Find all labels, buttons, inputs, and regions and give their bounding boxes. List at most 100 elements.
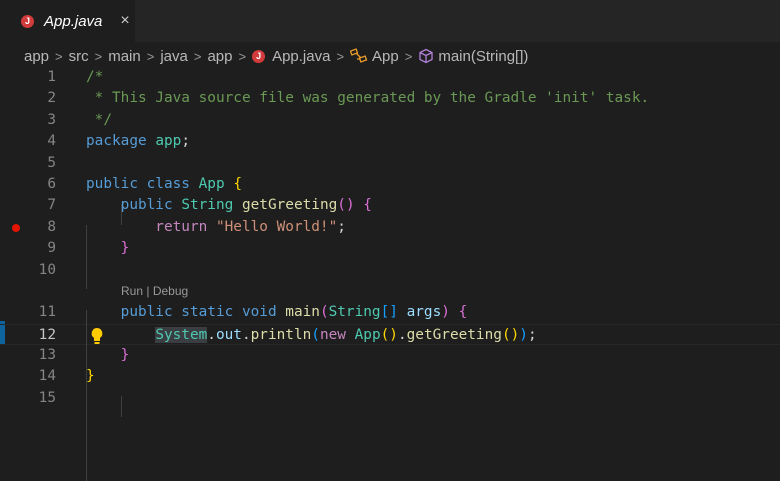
code-token: args [407, 304, 442, 320]
breadcrumb-item[interactable]: app [24, 48, 49, 65]
breakpoint-icon[interactable] [12, 224, 20, 232]
breadcrumb-item[interactable]: App [372, 48, 399, 65]
line-number: 11 [0, 302, 56, 323]
breadcrumb: app> src> main> java> app> JApp.java> Ap… [0, 42, 780, 70]
code-line[interactable]: 13 } [0, 345, 780, 366]
code-line[interactable]: 2 * This Java source file was generated … [0, 88, 780, 109]
code-token: { [459, 304, 468, 320]
chevron-right-icon: > [95, 49, 103, 64]
line-number: 2 [0, 88, 56, 109]
line-number: 10 [0, 260, 56, 281]
code-token: public class [86, 176, 199, 192]
code-token: { [233, 176, 242, 192]
line-number: 6 [0, 174, 56, 195]
code-token: ; [528, 327, 537, 343]
code-text: System.out.println(new App().getGreeting… [86, 325, 537, 346]
code-line[interactable]: 4 package app; [0, 131, 780, 152]
code-line[interactable]: 3 */ [0, 110, 780, 131]
indent-guide [86, 225, 87, 289]
code-token: . [398, 327, 407, 343]
code-text: public String getGreeting() { [86, 195, 372, 216]
code-token: out [216, 327, 242, 343]
code-token: String [181, 197, 233, 213]
chevron-right-icon: > [194, 49, 202, 64]
code-line[interactable]: 14} [0, 366, 780, 387]
code-token [86, 327, 155, 343]
indent-guide [121, 396, 122, 417]
code-token: "Hello World!" [216, 219, 337, 235]
line-number: 1 [0, 67, 56, 88]
line-number: 12 [0, 325, 56, 346]
code-line[interactable]: 9 } [0, 238, 780, 259]
breadcrumb-item[interactable]: App.java [272, 48, 330, 65]
code-text: return "Hello World!"; [86, 217, 346, 238]
codelens-run[interactable]: Run [121, 284, 143, 298]
code-token: println [251, 327, 312, 343]
code-token: getGreeting [407, 327, 502, 343]
code-token: * This Java source file was generated by… [86, 90, 649, 106]
tab-label: App.java [44, 13, 102, 30]
code-token: ; [181, 133, 190, 149]
breadcrumb-item[interactable]: src [69, 48, 89, 65]
tab-app-java[interactable]: J App.java × [0, 0, 135, 42]
code-text: */ [86, 110, 112, 131]
code-token: /* [86, 69, 103, 85]
code-token: () [337, 197, 354, 213]
code-line[interactable]: 6 public class App { [0, 174, 780, 195]
code-token: public [86, 197, 181, 213]
code-editor[interactable]: 1 /* 2 * This Java source file was generat… [0, 67, 780, 442]
method-cube-icon [418, 48, 434, 64]
code-token [225, 176, 234, 192]
breadcrumb-item[interactable]: main(String[]) [438, 48, 528, 65]
chevron-right-icon: > [55, 49, 63, 64]
line-number: 7 [0, 195, 56, 216]
line-number: 4 [0, 131, 56, 152]
class-symbol-icon [350, 48, 368, 64]
code-token: App [199, 176, 225, 192]
code-line[interactable]: 11 public static void main(String[] args… [0, 302, 780, 323]
line-number: 8 [0, 217, 56, 238]
code-text: } [86, 366, 95, 387]
line-number: 3 [0, 110, 56, 131]
code-token: } [86, 347, 129, 363]
code-token: ( [320, 304, 329, 320]
code-token: package [86, 133, 155, 149]
code-text: } [86, 238, 129, 259]
code-text: } [86, 345, 129, 366]
close-icon[interactable]: × [120, 12, 129, 30]
indent-guide [121, 204, 122, 225]
tab-bar: J App.java × [0, 0, 780, 42]
code-token: main [285, 304, 320, 320]
code-token [233, 197, 242, 213]
code-line[interactable]: 5 [0, 153, 780, 174]
code-line[interactable]: 1 /* [0, 67, 780, 88]
code-token: } [86, 368, 95, 384]
code-line[interactable]: 15 [0, 388, 780, 409]
chevron-right-icon: > [147, 49, 155, 64]
code-token: ( [311, 327, 320, 343]
code-token: ) [519, 327, 528, 343]
codelens-debug[interactable]: Debug [153, 284, 188, 298]
breadcrumb-item[interactable]: java [160, 48, 188, 65]
chevron-right-icon: > [405, 49, 413, 64]
code-line[interactable]: 8 return "Hello World!"; [0, 217, 780, 238]
code-token [398, 304, 407, 320]
code-line[interactable]: 7 public String getGreeting() { [0, 195, 780, 216]
code-token: */ [86, 112, 112, 128]
code-line[interactable]: 12 System.out.println(new App().getGreet… [0, 324, 780, 345]
code-token [355, 197, 364, 213]
code-text: package app; [86, 131, 190, 152]
code-token [450, 304, 459, 320]
code-token: public static void [86, 304, 285, 320]
line-number: 14 [0, 366, 56, 387]
java-file-icon: J [21, 15, 34, 28]
code-token: ) [441, 304, 450, 320]
code-token: () [502, 327, 519, 343]
java-file-icon: J [252, 50, 265, 63]
code-text: /* [86, 67, 103, 88]
breadcrumb-item[interactable]: main [108, 48, 141, 65]
code-token: System [155, 327, 207, 343]
line-number: 5 [0, 153, 56, 174]
breadcrumb-item[interactable]: app [207, 48, 232, 65]
code-line[interactable]: 10 [0, 260, 780, 281]
